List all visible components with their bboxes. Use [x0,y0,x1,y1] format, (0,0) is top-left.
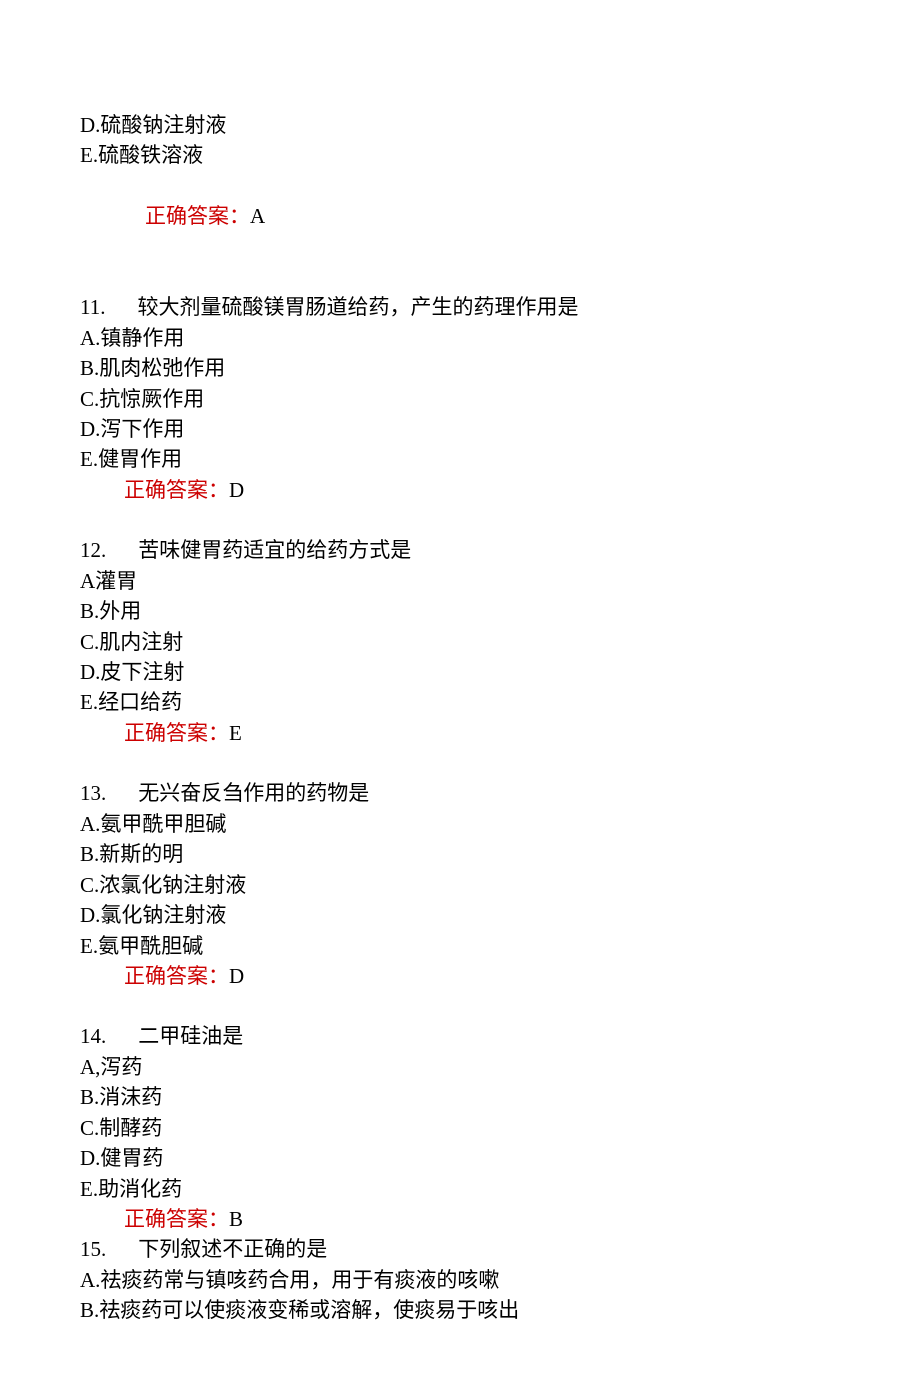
blank-line [80,262,840,292]
option-line: A,泻药 [80,1052,840,1082]
question-line: 12. 苦味健胃药适宜的给药方式是 [80,535,840,565]
option-d: D.硫酸钠注射液 [80,110,840,140]
option-line: B.外用 [80,596,840,626]
questions-container: 11.较大剂量硫酸镁胃肠道给药，产生的药理作用是A.镇静作用B.肌肉松弛作用C.… [80,262,840,1326]
question-line: 14. 二甲硅油是 [80,1021,840,1051]
question-number: 12. [80,538,106,562]
option-line: B.肌肉松弛作用 [80,353,840,383]
answer-label: 正确答案： [124,964,229,988]
question-line: 11. 较大剂量硫酸镁胃肠道给药，产生的药理作用是 [80,292,840,322]
option-line: E.经口给药 [80,687,840,717]
question-text: 下列叙述不正确的是 [138,1237,327,1261]
option-line: C.肌内注射 [80,627,840,657]
answer-line: 正确答案：A [80,171,840,262]
option-line: D.皮下注射 [80,657,840,687]
answer-value: D [229,964,244,988]
blank-line [80,748,840,778]
question-line: 13. 无兴奋反刍作用的药物是 [80,778,840,808]
option-line: A.祛痰药常与镇咳药合用，用于有痰液的咳嗽 [80,1265,840,1295]
option-line: A.氨甲酰甲胆碱 [80,809,840,839]
question-text: 较大剂量硫酸镁胃肠道给药，产生的药理作用是 [137,295,578,319]
option-line: D.氯化钠注射液 [80,900,840,930]
option-line: D.健胃药 [80,1143,840,1173]
option-line: A灌胃 [80,566,840,596]
option-line: B.新斯的明 [80,839,840,869]
blank-line [80,991,840,1021]
blank-line [80,505,840,535]
option-line: C.抗惊厥作用 [80,384,840,414]
answer-value: D [229,478,244,502]
answer-label: 正确答案： [145,204,250,228]
question-number: 13. [80,781,106,805]
question-number: 11. [80,295,105,319]
question-text: 苦味健胃药适宜的给药方式是 [138,538,411,562]
question-text: 无兴奋反刍作用的药物是 [138,781,369,805]
answer-value: B [229,1207,243,1231]
option-line: E.氨甲酰胆碱 [80,931,840,961]
option-line: C.浓氯化钠注射液 [80,870,840,900]
option-line: B.祛痰药可以使痰液变稀或溶解，使痰易于咳出 [80,1295,840,1325]
answer-line: 正确答案：D [80,961,840,991]
question-text: 二甲硅油是 [138,1024,243,1048]
answer-label: 正确答案： [124,721,229,745]
answer-line: 正确答案：B [80,1204,840,1234]
answer-line: 正确答案：D [80,475,840,505]
question-number: 15. [80,1237,106,1261]
option-line: D.泻下作用 [80,414,840,444]
question-line: 15. 下列叙述不正确的是 [80,1234,840,1264]
answer-line: 正确答案：E [80,718,840,748]
option-e: E.硫酸铁溶液 [80,140,840,170]
option-line: A.镇静作用 [80,323,840,353]
answer-label: 正确答案： [124,1207,229,1231]
option-line: E.健胃作用 [80,444,840,474]
answer-label: 正确答案： [124,478,229,502]
option-line: C.制酵药 [80,1113,840,1143]
document-page: D.硫酸钠注射液 E.硫酸铁溶液 正确答案：A 11.较大剂量硫酸镁胃肠道给药，… [0,0,920,1386]
answer-value: E [229,721,242,745]
option-line: E.助消化药 [80,1174,840,1204]
question-number: 14. [80,1024,106,1048]
answer-value: A [250,204,265,228]
option-line: B.消沫药 [80,1082,840,1112]
